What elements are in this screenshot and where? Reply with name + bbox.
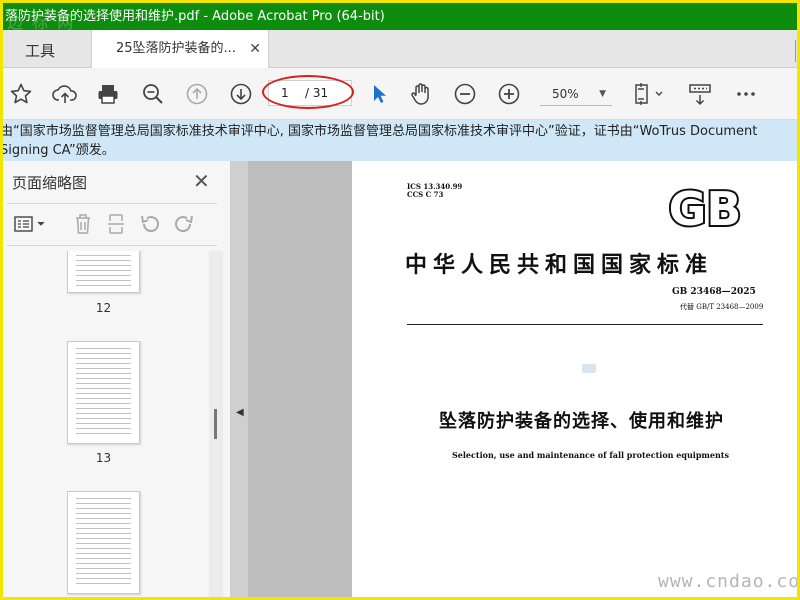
- thumbnail-scrollbar[interactable]: [209, 251, 223, 597]
- standard-number: GB 23468—2025: [672, 287, 756, 297]
- print-icon[interactable]: [94, 80, 122, 108]
- thumbnail-label: 12: [95, 301, 112, 315]
- scrollbar-thumb[interactable]: [214, 409, 217, 439]
- select-cursor-icon[interactable]: [364, 80, 392, 108]
- zoom-level-value: 50%: [552, 87, 579, 101]
- thumbnail-options-icon[interactable]: [12, 211, 48, 237]
- read-mode-icon[interactable]: [686, 80, 714, 108]
- extract-page-icon[interactable]: [103, 211, 129, 237]
- thumbnail-list: 12 13: [3, 251, 213, 597]
- tab-tools[interactable]: 工具: [25, 40, 55, 61]
- ccs-text: CCS C 73: [407, 190, 444, 199]
- rotate-left-icon[interactable]: [137, 211, 163, 237]
- watermark-bottom-right: www.cndao.com: [658, 571, 800, 592]
- rotate-right-icon[interactable]: [171, 211, 197, 237]
- page-number-highlight-ellipse: [262, 75, 354, 109]
- tab-document-label: 25坠落防护装备的...: [116, 41, 236, 56]
- main-toolbar: 1 / 31 50% ▼: [3, 68, 797, 120]
- gb-logo-text: GB: [669, 185, 742, 231]
- page-rule: [407, 324, 763, 325]
- zoom-in-icon[interactable]: [495, 80, 523, 108]
- signature-notice-bar: 由“国家市场监督管理总局国家标准技术审评中心, 国家市场监督管理总局国家标准技术…: [3, 120, 797, 161]
- thumbnail-page-12[interactable]: [67, 251, 140, 293]
- panel-divider: [7, 245, 217, 246]
- panel-divider: [7, 203, 217, 204]
- cloud-upload-icon[interactable]: [51, 80, 79, 108]
- hand-icon[interactable]: [407, 80, 435, 108]
- tab-close-icon[interactable]: ✕: [249, 30, 261, 68]
- document-title-cn: 坠落防护装备的选择、使用和维护: [439, 411, 724, 432]
- collapse-panel-icon[interactable]: ◀: [236, 407, 244, 418]
- national-standard-heading: 中华人民共和国国家标准: [405, 252, 714, 278]
- panel-close-icon[interactable]: ✕: [193, 169, 210, 193]
- chevron-down-icon: ▼: [599, 89, 606, 99]
- tab-document[interactable]: 25坠落防护装备的... ✕: [91, 30, 269, 68]
- arrow-up-icon[interactable]: [183, 80, 211, 108]
- thumbnail-label: 13: [95, 451, 112, 465]
- arrow-down-icon[interactable]: [227, 80, 255, 108]
- tab-bar: 工具 25坠落防护装备的... ✕: [3, 30, 797, 68]
- tab-bar-divider: [795, 40, 796, 62]
- panel-collapse-strip[interactable]: [231, 161, 249, 597]
- star-icon[interactable]: [7, 80, 35, 108]
- gb-logo: GB: [667, 185, 744, 231]
- zoom-out-icon[interactable]: [451, 80, 479, 108]
- ics-code: ICS 13.340.99 CCS C 73: [407, 183, 462, 199]
- zoom-search-icon[interactable]: [139, 80, 167, 108]
- thumbnail-page-14[interactable]: [67, 491, 140, 594]
- fit-page-icon[interactable]: [631, 80, 667, 108]
- replaces-standard: 代替 GB/T 23468—2009: [680, 303, 764, 311]
- window-title-bar: 落防护装备的选择使用和维护.pdf - Adobe Acrobat Pro (6…: [3, 3, 797, 30]
- thumbnail-page-13[interactable]: [67, 341, 140, 444]
- panel-title: 页面缩略图: [12, 174, 88, 192]
- panel-toolbar: [3, 209, 223, 241]
- screenshot-frame: 落防护装备的选择使用和维护.pdf - Adobe Acrobat Pro (6…: [0, 0, 800, 600]
- page-marker: [582, 364, 596, 373]
- delete-page-icon[interactable]: [70, 211, 96, 237]
- pdf-page: ICS 13.340.99 CCS C 73 GB 中华人民共和国国家标准 GB…: [352, 161, 797, 597]
- page-thumbnails-panel: 页面缩略图 ✕ 12 13: [3, 161, 231, 597]
- more-icon[interactable]: [732, 80, 760, 108]
- notice-line-1: 由“国家市场监督管理总局国家标准技术审评中心, 国家市场监督管理总局国家标准技术…: [3, 124, 758, 139]
- notice-line-2: Signing CA”颁发。: [3, 143, 115, 158]
- document-title-en: Selection, use and maintenance of fall p…: [452, 450, 729, 460]
- zoom-level-dropdown[interactable]: 50% ▼: [540, 82, 612, 106]
